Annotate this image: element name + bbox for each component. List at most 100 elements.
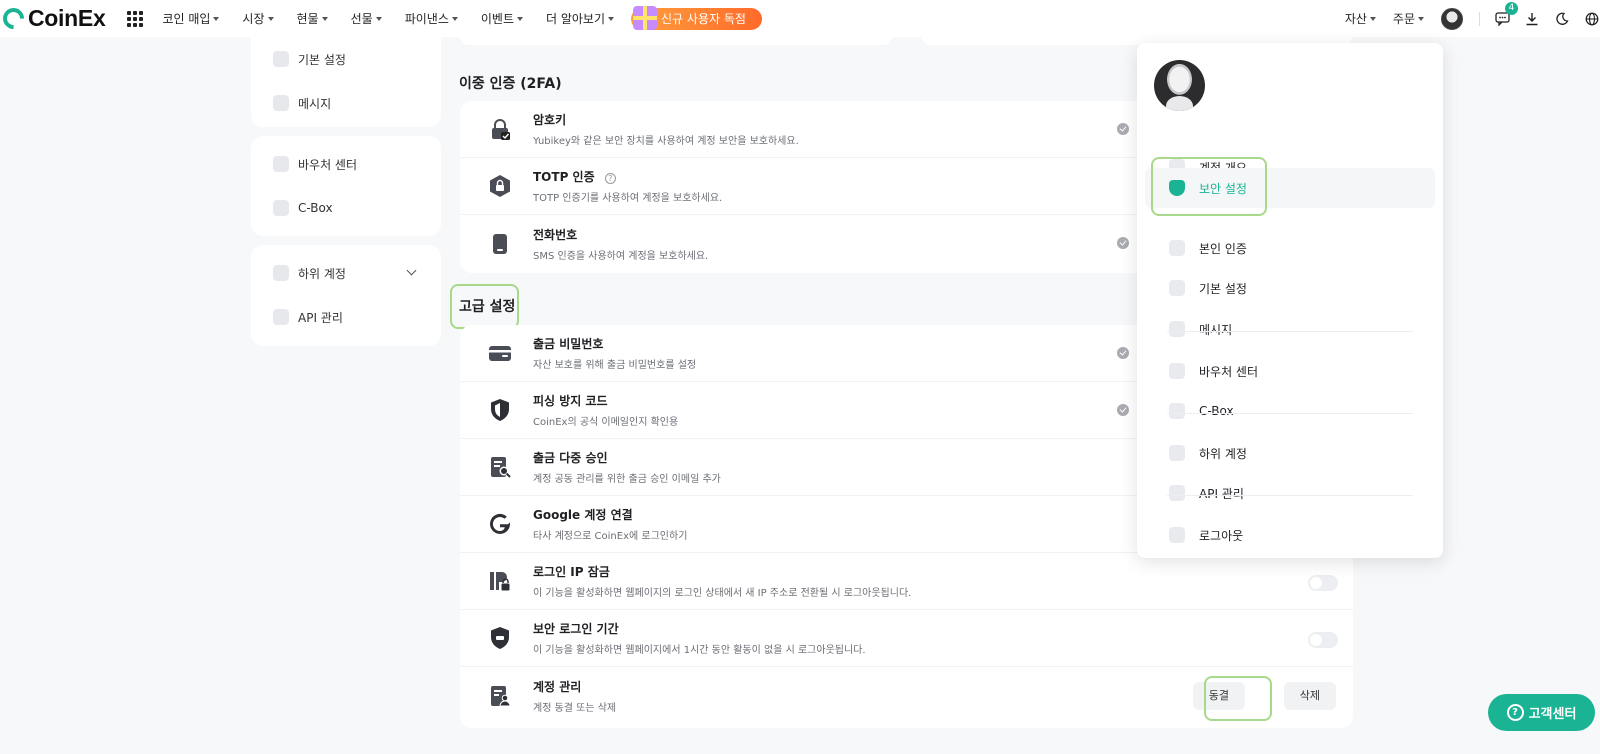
sidebar-item-cbox[interactable]: C-Box (251, 186, 441, 230)
menu-finance[interactable]: 파이낸스 (405, 10, 458, 27)
menu-events[interactable]: 이벤트 (481, 10, 523, 27)
row-description: Yubikey와 같은 보안 장치를 사용하여 계정 보안을 보호하세요. (533, 136, 799, 147)
enabled-check-icon (1117, 237, 1129, 249)
nav-right: 자산 주문 4 (1345, 0, 1600, 37)
secure-login-period-row: 보안 로그인 기간 이 기능을 활성화하면 웹페이지에서 1시간 동안 활동이 … (460, 610, 1353, 667)
sidebar-item-label: API 관리 (298, 310, 343, 325)
phone-icon (488, 232, 512, 256)
hexagon-lock-icon (488, 174, 512, 198)
sidebar-group-accounts: 하위 계정 API 관리 (251, 245, 441, 346)
messages-icon[interactable]: 4 (1494, 1, 1518, 27)
id-card-icon (1169, 240, 1185, 256)
sidebar-item-messages[interactable]: 메시지 (251, 81, 441, 125)
previous-card-fragment (460, 37, 892, 45)
row-title: 보안 로그인 기간 (533, 622, 619, 636)
enabled-check-icon (1117, 404, 1129, 416)
dropdown-item-identity-verification[interactable]: 본인 인증 (1137, 228, 1443, 268)
language-globe-icon[interactable] (1584, 11, 1600, 27)
dropdown-item-label: 하위 계정 (1199, 446, 1247, 461)
user-avatar[interactable] (1441, 7, 1463, 30)
dropdown-item-label: 메시지 (1199, 322, 1233, 337)
shield-icon (488, 398, 512, 422)
sidebar-item-label: 메시지 (298, 96, 332, 111)
question-mark-icon[interactable]: ? (604, 173, 616, 184)
customer-service-button[interactable]: ? 고객센터 (1488, 694, 1595, 731)
dropdown-item-sub-accounts[interactable]: 하위 계정 (1137, 433, 1443, 473)
dropdown-item-label: 본인 인증 (1199, 241, 1247, 256)
sidebar-item-api-management[interactable]: API 관리 (251, 295, 441, 339)
menu-more[interactable]: 더 알아보기 (546, 10, 614, 27)
sidebar-item-sub-accounts[interactable]: 하위 계정 (251, 251, 441, 295)
dropdown-item-label: 기본 설정 (1199, 281, 1247, 296)
row-title: 출금 다중 승인 (533, 451, 608, 465)
coinex-logo[interactable]: CoinEx (0, 0, 106, 37)
delete-account-button[interactable]: 삭제 (1283, 682, 1336, 710)
sub-account-icon (1169, 445, 1185, 461)
menu-orders[interactable]: 주문 (1393, 10, 1424, 27)
dropdown-item-label: 로그아웃 (1199, 528, 1244, 543)
dropdown-item-messages[interactable]: 메시지 (1137, 309, 1443, 349)
voucher-icon (273, 156, 289, 172)
customer-service-label: 고객센터 (1528, 707, 1577, 722)
api-icon (273, 309, 289, 325)
logout-icon (1169, 527, 1185, 543)
message-icon (273, 95, 289, 111)
row-title: 전화번호 (533, 227, 578, 242)
sub-account-icon (273, 265, 289, 281)
voucher-icon (1169, 363, 1185, 379)
question-mark-icon: ? (1506, 704, 1524, 721)
chevron-down-icon (406, 265, 417, 276)
row-description: 타사 계정으로 CoinEx에 로그인하기 (533, 531, 688, 542)
dropdown-item-api-management[interactable]: API 관리 (1137, 473, 1443, 513)
coinex-logo-icon (0, 3, 29, 34)
dropdown-item-basic-settings[interactable]: 기본 설정 (1137, 268, 1443, 308)
dark-mode-icon[interactable] (1554, 11, 1570, 27)
row-description: SMS 인증을 사용하여 계정을 보호하세요. (533, 250, 709, 262)
row-title: 출금 비밀번호 (533, 337, 604, 351)
secure-login-period-toggle[interactable] (1308, 632, 1338, 648)
promo-label: 신규 사용자 독점 (661, 12, 746, 26)
row-description: CoinEx의 공식 이메일인지 확인용 (533, 417, 679, 428)
sidebar-item-label: 바우처 센터 (298, 157, 358, 172)
new-user-promo-button[interactable]: 신규 사용자 독점 (631, 5, 762, 30)
box-icon (1169, 403, 1185, 419)
divider (1167, 331, 1413, 332)
menu-buy-crypto[interactable]: 코인 매입 (162, 10, 219, 27)
lock-check-icon (488, 117, 512, 141)
sidebar-item-basic-settings[interactable]: 기본 설정 (251, 37, 441, 81)
row-description: TOTP 인증기를 사용하여 계정을 보호하세요. (533, 193, 723, 204)
dropdown-item-voucher-center[interactable]: 바우처 센터 (1137, 351, 1443, 391)
twofa-section-title: 이중 인증 (2FA) (459, 76, 562, 92)
row-title: 암호키 (533, 113, 567, 127)
shield-minus-icon (488, 626, 512, 650)
dropdown-item-logout[interactable]: 로그아웃 (1137, 515, 1443, 555)
sidebar-item-voucher-center[interactable]: 바우처 센터 (251, 142, 441, 186)
login-ip-lock-row: 로그인 IP 잠금 이 기능을 활성화하면 웹페이지의 로그인 상태에서 새 I… (460, 553, 1353, 610)
message-icon (1169, 321, 1185, 337)
row-description: 이 기능을 활성화하면 웹페이지의 로그인 상태에서 새 IP 주소로 전환될 … (533, 588, 912, 599)
logo-text: CoinEx (28, 5, 106, 31)
sidebar-item-label: C-Box (298, 201, 333, 215)
top-navigation: CoinEx 코인 매입 시장 현물 선물 파이낸스 이벤트 더 알아보기 신규… (0, 0, 1600, 37)
enabled-check-icon (1117, 123, 1129, 135)
dropdown-item-label: C-Box (1199, 404, 1234, 418)
sidebar-group-settings: 기본 설정 메시지 (251, 37, 441, 127)
dropdown-item-label: API 관리 (1199, 486, 1244, 501)
menu-spot[interactable]: 현물 (297, 10, 328, 27)
dropdown-item-cbox[interactable]: C-Box (1137, 391, 1443, 431)
divider (1167, 495, 1413, 496)
menu-assets[interactable]: 자산 (1345, 10, 1376, 27)
sidebar-group-rewards: 바우처 센터 C-Box (251, 136, 441, 236)
login-ip-lock-toggle[interactable] (1308, 575, 1338, 591)
menu-markets[interactable]: 시장 (242, 10, 273, 27)
document-search-icon (488, 455, 512, 479)
row-description: 계정 동결 또는 삭제 (533, 702, 617, 714)
apps-grid-icon[interactable] (127, 10, 144, 27)
menu-futures[interactable]: 선물 (351, 10, 382, 27)
row-title: 계정 관리 (533, 679, 582, 694)
row-description: 이 기능을 활성화하면 웹페이지에서 1시간 동안 활동이 없을 시 로그아웃됩… (533, 645, 866, 656)
main-menu: 코인 매입 시장 현물 선물 파이낸스 이벤트 더 알아보기 (162, 10, 637, 27)
download-icon[interactable] (1524, 11, 1540, 27)
row-description: 자산 보호를 위해 출금 비밀번호를 설정 (533, 360, 697, 371)
settings-icon (273, 51, 289, 67)
